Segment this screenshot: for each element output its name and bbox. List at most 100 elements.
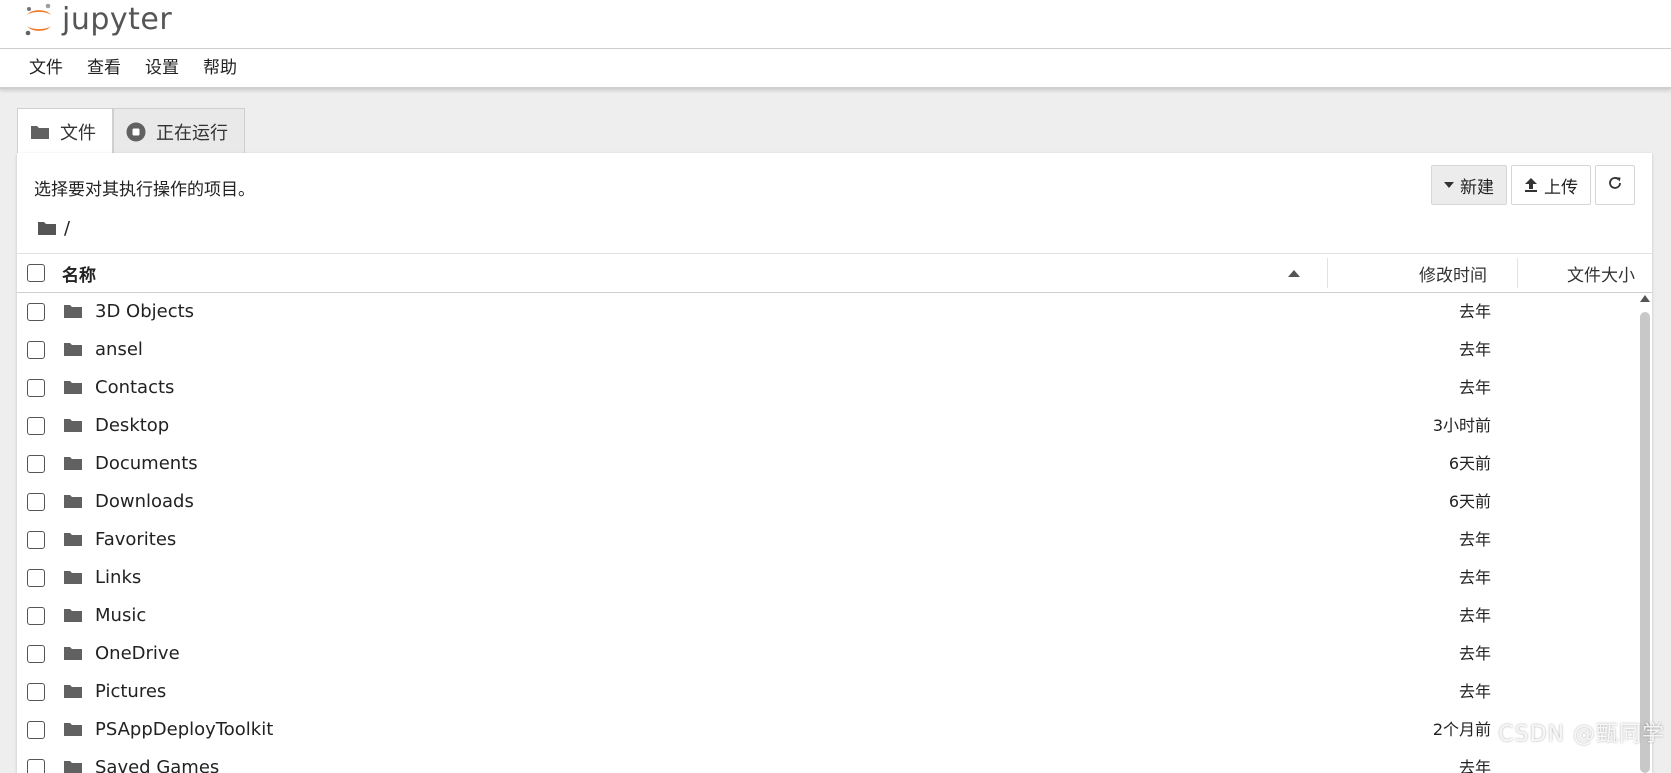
file-modified: 去年 [1458, 568, 1491, 587]
refresh-button[interactable] [1595, 165, 1635, 205]
list-item[interactable]: ansel 去年 [17, 331, 1637, 369]
column-divider[interactable] [1327, 258, 1328, 288]
list-item[interactable]: Saved Games 去年 [17, 749, 1637, 773]
row-checkbox[interactable] [27, 607, 45, 625]
menu-bar: 文件 查看 设置 帮助 [0, 49, 1671, 89]
folder-icon [64, 570, 82, 589]
list-item[interactable]: Music 去年 [17, 597, 1637, 635]
row-checkbox[interactable] [27, 379, 45, 397]
file-name-link[interactable]: Favorites [95, 521, 176, 559]
file-modified: 去年 [1458, 378, 1491, 397]
file-modified: 去年 [1458, 644, 1491, 663]
tab-files[interactable]: 文件 [17, 108, 113, 155]
tab-bar: 文件 正在运行 [17, 108, 245, 155]
list-item[interactable]: Pictures 去年 [17, 673, 1637, 711]
folder-icon [64, 684, 82, 703]
folder-icon [64, 532, 82, 551]
file-modified: 3小时前 [1432, 416, 1491, 435]
file-name-link[interactable]: Music [95, 597, 146, 635]
list-item[interactable]: Downloads 6天前 [17, 483, 1637, 521]
tab-files-label: 文件 [60, 123, 96, 144]
file-name-link[interactable]: Documents [95, 445, 198, 483]
selection-hint: 选择要对其执行操作的项目。 [34, 180, 255, 200]
menu-settings[interactable]: 设置 [133, 49, 191, 87]
column-size-header[interactable]: 文件大小 [1567, 254, 1635, 292]
new-button[interactable]: 新建 [1431, 165, 1507, 205]
list-item[interactable]: Links 去年 [17, 559, 1637, 597]
file-modified: 去年 [1458, 302, 1491, 321]
file-name-link[interactable]: Contacts [95, 369, 174, 407]
sort-ascending-icon[interactable] [1288, 254, 1300, 292]
list-item[interactable]: Contacts 去年 [17, 369, 1637, 407]
folder-icon [64, 722, 82, 741]
stop-circle-icon [126, 122, 146, 142]
caret-down-icon [1444, 182, 1454, 188]
file-browser-panel: 选择要对其执行操作的项目。 新建 上传 / 名称 修改时间 文件大小 3D Ob… [17, 153, 1652, 773]
column-modified-header[interactable]: 修改时间 [1419, 254, 1487, 292]
column-divider[interactable] [1517, 258, 1518, 288]
row-checkbox[interactable] [27, 569, 45, 587]
top-header: jupyter [0, 0, 1671, 49]
row-checkbox[interactable] [27, 493, 45, 511]
row-checkbox[interactable] [27, 455, 45, 473]
row-checkbox[interactable] [27, 645, 45, 663]
file-name-link[interactable]: ansel [95, 331, 143, 369]
breadcrumb: / [38, 218, 70, 239]
scrollbar[interactable] [1638, 293, 1652, 773]
file-name-link[interactable]: Downloads [95, 483, 194, 521]
file-name-link[interactable]: 3D Objects [95, 293, 194, 331]
toolbar-buttons: 新建 上传 [1431, 165, 1635, 205]
folder-icon [64, 342, 82, 361]
folder-icon [64, 418, 82, 437]
folder-icon [64, 760, 82, 773]
folder-icon [64, 380, 82, 399]
jupyter-logo[interactable]: jupyter [24, 0, 172, 40]
file-modified: 去年 [1458, 340, 1491, 359]
file-name-link[interactable]: PSAppDeployToolkit [95, 711, 273, 749]
row-checkbox[interactable] [27, 303, 45, 321]
file-name-link[interactable]: Links [95, 559, 141, 597]
column-name-header[interactable]: 名称 [62, 254, 96, 292]
menu-file[interactable]: 文件 [17, 49, 75, 87]
list-item[interactable]: PSAppDeployToolkit 2个月前 [17, 711, 1637, 749]
upload-icon [1524, 177, 1538, 193]
row-checkbox[interactable] [27, 417, 45, 435]
brand-name: jupyter [62, 2, 173, 37]
file-name-link[interactable]: OneDrive [95, 635, 180, 673]
row-checkbox[interactable] [27, 683, 45, 701]
tab-running-label: 正在运行 [156, 122, 228, 144]
file-name-link[interactable]: Saved Games [95, 749, 219, 773]
upload-button[interactable]: 上传 [1511, 165, 1591, 205]
list-item[interactable]: OneDrive 去年 [17, 635, 1637, 673]
row-checkbox[interactable] [27, 341, 45, 359]
file-modified: 去年 [1458, 758, 1491, 773]
file-modified: 6天前 [1448, 454, 1491, 473]
file-modified: 去年 [1458, 682, 1491, 701]
file-name-link[interactable]: Desktop [95, 407, 169, 445]
row-checkbox[interactable] [27, 531, 45, 549]
scroll-up-arrow-icon[interactable] [1640, 295, 1650, 302]
file-modified: 去年 [1458, 530, 1491, 549]
folder-icon[interactable] [38, 221, 56, 236]
menu-view[interactable]: 查看 [75, 49, 133, 87]
select-all-checkbox[interactable] [27, 254, 45, 292]
row-checkbox[interactable] [27, 721, 45, 739]
file-modified: 6天前 [1448, 492, 1491, 511]
list-item[interactable]: Desktop 3小时前 [17, 407, 1637, 445]
folder-icon [64, 304, 82, 323]
breadcrumb-path[interactable]: / [64, 218, 70, 239]
new-button-label: 新建 [1460, 177, 1494, 198]
folder-icon [64, 646, 82, 665]
folder-icon [64, 494, 82, 513]
file-list: 3D Objects 去年 ansel 去年 Contacts 去年 Desktop 3小时前… [17, 293, 1637, 773]
scroll-thumb[interactable] [1640, 312, 1650, 773]
list-header: 名称 修改时间 文件大小 [17, 253, 1652, 293]
row-checkbox[interactable] [27, 759, 45, 773]
list-item[interactable]: 3D Objects 去年 [17, 293, 1637, 331]
watermark: CSDN @甄同学 [1498, 722, 1665, 747]
menu-help[interactable]: 帮助 [191, 49, 249, 87]
file-name-link[interactable]: Pictures [95, 673, 166, 711]
list-item[interactable]: Favorites 去年 [17, 521, 1637, 559]
tab-running[interactable]: 正在运行 [113, 108, 245, 154]
list-item[interactable]: Documents 6天前 [17, 445, 1637, 483]
